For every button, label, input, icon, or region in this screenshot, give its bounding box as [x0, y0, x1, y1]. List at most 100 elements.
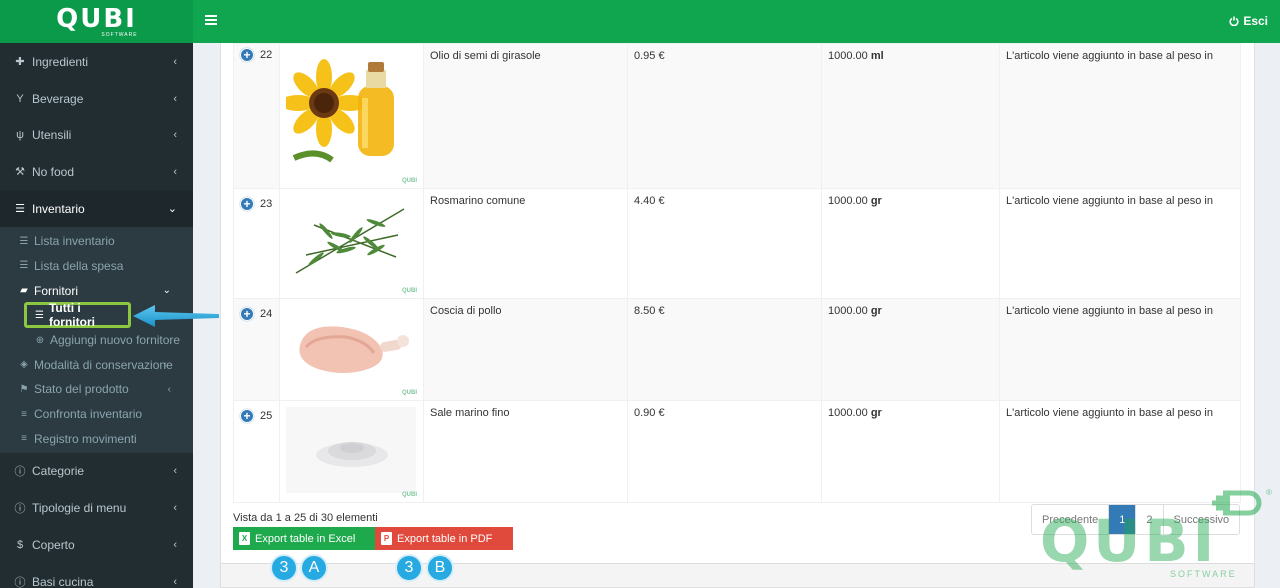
product-note: L'articolo viene aggiunto in base al pes…: [999, 400, 1241, 503]
sidebar-item-no-food[interactable]: ⚒ No food ‹: [0, 154, 193, 191]
annotation-arrow-icon: [133, 305, 219, 327]
sidebar-item-label: Confronta inventario: [34, 407, 143, 422]
brand-logo[interactable]: QUBI SOFTWARE: [0, 0, 193, 43]
table-row[interactable]: +22 QUBI Olio di semi di girasole 0.95 €…: [233, 43, 1241, 189]
chicken-leg-image: [299, 326, 409, 373]
sunflower-oil-image: [280, 59, 394, 163]
logo-subtitle: SOFTWARE: [101, 31, 138, 38]
sidebar-item-aggiungi-fornitore[interactable]: ⊕ Aggiungi nuovo fornitore: [0, 328, 193, 353]
sidebar-item-lista-inventario[interactable]: ☰ Lista inventario: [0, 229, 193, 254]
row-id-cell: +24: [233, 298, 280, 401]
expand-plus-icon[interactable]: +: [240, 307, 254, 321]
sidebar-item-ingredienti[interactable]: ✚ Ingredienti ‹: [0, 44, 193, 81]
export-pdf-button[interactable]: P Export table in PDF: [375, 527, 513, 550]
sidebar-item-label: Coperto: [32, 537, 75, 552]
row-id-cell: +25: [233, 400, 280, 503]
chevron-down-icon: ⌄: [167, 203, 177, 216]
product-image: QUBI: [279, 298, 424, 401]
sidebar-item-inventario[interactable]: ☰ Inventario ⌄: [0, 190, 193, 227]
callout-badge: 3: [395, 554, 423, 582]
chevron-left-icon: ‹: [167, 383, 171, 395]
sidebar-item-tipologie-menu[interactable]: ⓘ Tipologie di menu ‹: [0, 490, 193, 527]
row-id: 22: [260, 48, 273, 61]
info-icon: ⓘ: [14, 576, 26, 588]
sidebar-item-coperto[interactable]: $ Coperto ‹: [0, 527, 193, 564]
chevron-left-icon: ‹: [173, 465, 177, 478]
svg-text:®: ®: [1266, 488, 1272, 497]
sidebar-item-label: Fornitori: [34, 283, 79, 298]
panel-footer: [220, 563, 1255, 588]
truck-icon: ▰: [20, 285, 28, 297]
chevron-down-icon: ⌄: [162, 285, 171, 297]
pagination-page-2[interactable]: 2: [1136, 505, 1164, 534]
row-id: 23: [260, 197, 273, 210]
chevron-left-icon: ‹: [163, 359, 167, 371]
pagination-prev[interactable]: Precedente: [1032, 505, 1110, 534]
info-icon: ⓘ: [14, 503, 26, 516]
hamburger-icon[interactable]: [205, 15, 217, 25]
sidebar-item-fornitori[interactable]: ▰ Fornitori ⌄: [0, 278, 193, 303]
chevron-left-icon: ‹: [173, 502, 177, 515]
sidebar-item-label: Tipologie di menu: [32, 501, 127, 516]
table-row[interactable]: +23 QUBI Rosmarino comune 4.40 € 1000.00…: [233, 188, 1241, 299]
expand-plus-icon[interactable]: +: [240, 197, 254, 211]
sidebar-item-label: Registro movimenti: [34, 431, 137, 446]
sidebar-item-label: Basi cucina: [32, 574, 94, 588]
plus-circle-icon: ⊕: [35, 334, 45, 346]
bars-icon: ≡: [21, 433, 27, 445]
product-name: Sale marino fino: [423, 400, 628, 503]
equals-icon: ≡: [21, 408, 27, 420]
expand-plus-icon[interactable]: +: [240, 409, 254, 423]
thumb-watermark: QUBI: [402, 492, 417, 498]
logout-button[interactable]: Esci: [1229, 14, 1268, 28]
thumb-watermark: QUBI: [402, 288, 417, 294]
sidebar-item-label: Beverage: [32, 91, 84, 106]
product-name: Olio di semi di girasole: [423, 43, 628, 189]
chevron-left-icon: ‹: [173, 575, 177, 588]
row-id: 25: [260, 409, 273, 422]
product-price: 0.95 €: [627, 43, 822, 189]
top-navbar: Esci: [193, 0, 1280, 43]
dollar-icon: $: [16, 538, 24, 551]
callout-badge: 3: [270, 554, 298, 582]
product-quantity: 1000.00 gr: [821, 298, 1000, 401]
sidebar-item-lista-spesa[interactable]: ☰ Lista della spesa: [0, 254, 193, 279]
sidebar-item-stato-prodotto[interactable]: ⚑ Stato del prodotto ‹: [0, 377, 193, 402]
sidebar-item-label: No food: [32, 164, 75, 179]
cutlery-icon: ψ: [16, 129, 24, 142]
product-image: QUBI: [279, 188, 424, 299]
list-icon: ☰: [19, 260, 29, 272]
cube-icon: ◈: [20, 359, 28, 371]
sidebar-item-label: Lista inventario: [34, 234, 115, 249]
table-summary: Vista da 1 a 25 di 30 elementi: [233, 512, 378, 524]
inventario-submenu: ☰ Lista inventario ☰ Lista della spesa ▰ Fo…: [0, 226, 193, 454]
product-price: 4.40 €: [627, 188, 822, 299]
sidebar-item-registro-movimenti[interactable]: ≡ Registro movimenti: [0, 426, 193, 451]
sidebar-item-confronta-inventario[interactable]: ≡ Confronta inventario: [0, 402, 193, 427]
products-table: +22 QUBI Olio di semi di girasole 0.95 €…: [233, 43, 1241, 503]
sidebar-item-categorie[interactable]: ⓘ Categorie ‹: [0, 453, 193, 490]
product-note: L'articolo viene aggiunto in base al pes…: [999, 43, 1241, 189]
chevron-left-icon: ‹: [173, 165, 177, 178]
pagination-page-1[interactable]: 1: [1109, 505, 1137, 534]
sidebar-item-label: Tutti i fornitori: [48, 301, 95, 330]
product-image: QUBI: [279, 400, 424, 503]
sidebar-item-utensili[interactable]: ψ Utensili ‹: [0, 117, 193, 154]
sidebar-item-beverage[interactable]: Y Beverage ‹: [0, 80, 193, 117]
product-price: 0.90 €: [627, 400, 822, 503]
export-excel-button[interactable]: X Export table in Excel: [233, 527, 375, 550]
table-row[interactable]: +25 QUBI Sale marino fino 0.90 € 1000.00…: [233, 400, 1241, 503]
product-price: 8.50 €: [627, 298, 822, 401]
sidebar-item-label: Stato del prodotto: [34, 382, 129, 397]
sidebar-item-modalita-conservazione[interactable]: ◈ Modalità di conservazione ‹: [0, 352, 193, 377]
product-quantity: 1000.00 gr: [821, 188, 1000, 299]
thumb-watermark: QUBI: [402, 390, 417, 396]
pagination-next[interactable]: Successivo: [1164, 505, 1240, 534]
sidebar-item-tutti-fornitori[interactable]: ☰ Tutti i fornitori: [24, 301, 131, 330]
puzzle-icon: ✚: [15, 56, 25, 69]
expand-plus-icon[interactable]: +: [240, 48, 254, 62]
sidebar-item-basi-cucina[interactable]: ⓘ Basi cucina ‹: [0, 563, 193, 588]
pdf-file-icon: P: [381, 532, 392, 545]
table-row[interactable]: +24 QUBI Coscia di pollo 8.50 € 1000.00 …: [233, 298, 1241, 401]
power-icon: [1229, 16, 1239, 26]
